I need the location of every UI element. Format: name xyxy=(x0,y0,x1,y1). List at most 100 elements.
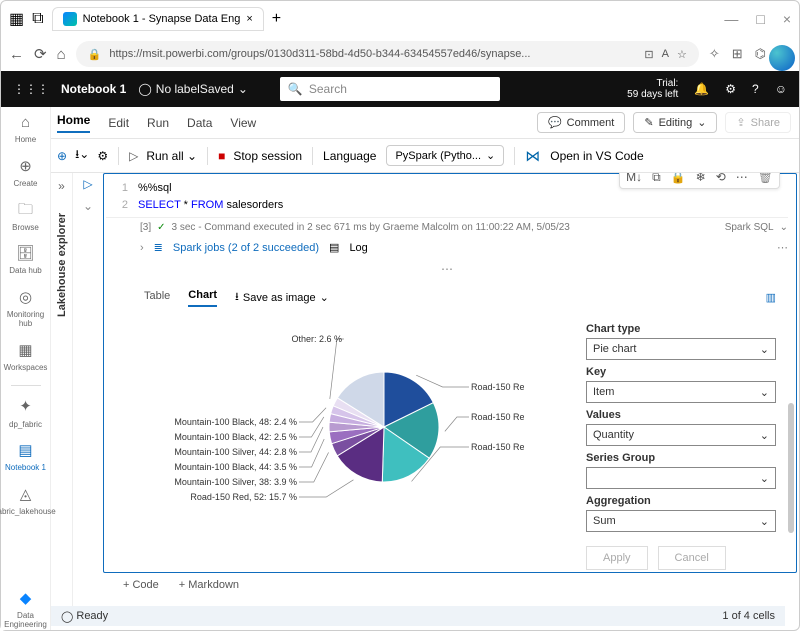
add-markdown-cell[interactable]: + Markdown xyxy=(179,579,239,591)
tab-favicon xyxy=(63,12,77,26)
notifications-icon[interactable]: 🔔 xyxy=(694,82,709,96)
help-icon[interactable]: ? xyxy=(752,82,759,96)
scrollbar-thumb[interactable] xyxy=(788,403,794,533)
cell-output-more-icon[interactable]: ⋯ xyxy=(777,241,788,254)
close-window-button[interactable]: × xyxy=(783,11,791,27)
collections-btn-icon[interactable]: ⊞ xyxy=(732,46,743,62)
svg-text:Road-150 Red, 56: 16.9 %: Road-150 Red, 56: 16.9 % xyxy=(471,412,524,422)
apply-button[interactable]: Apply xyxy=(586,546,648,570)
tab-table[interactable]: Table xyxy=(144,290,170,306)
run-cell-icon[interactable]: ▷ xyxy=(83,177,92,191)
chart-type-select[interactable]: Pie chart⌄ xyxy=(586,338,776,360)
menu-data[interactable]: Data xyxy=(187,116,212,130)
values-label: Values xyxy=(586,409,776,421)
notebook-title[interactable]: Notebook 1 xyxy=(61,82,126,96)
cell-divider-dots[interactable]: ⋯ xyxy=(106,258,788,280)
scrollbar-track[interactable] xyxy=(788,173,796,604)
gear-icon[interactable]: ⚙ xyxy=(97,149,108,163)
refresh-button[interactable]: ⟳ xyxy=(34,45,47,63)
chevron-down-icon: ⌄ xyxy=(486,149,495,162)
chevron-down-icon: ⌄ xyxy=(760,343,769,356)
cell-more-icon[interactable]: ⋯ xyxy=(736,173,748,185)
collections-icon[interactable]: ▦ xyxy=(9,9,24,29)
rail-home[interactable]: ⌂Home xyxy=(15,113,36,145)
markdown-toggle-icon[interactable]: M↓ xyxy=(626,173,642,185)
menu-run[interactable]: Run xyxy=(147,116,169,130)
spark-jobs-link[interactable]: Spark jobs (2 of 2 succeeded) xyxy=(173,242,319,254)
browser-tab[interactable]: Notebook 1 - Synapse Data Eng × xyxy=(52,7,264,31)
settings-icon[interactable]: ⚙ xyxy=(725,82,736,96)
bing-sidebar-icon[interactable] xyxy=(769,45,795,71)
rail-persona[interactable]: ◆Data Engineering xyxy=(1,589,50,630)
series-select[interactable]: ⌄ xyxy=(586,467,776,489)
language-select[interactable]: PySpark (Pytho...⌄ xyxy=(386,145,504,166)
chart-settings-icon[interactable]: ▥ xyxy=(766,291,776,304)
feedback-icon[interactable]: ☺ xyxy=(775,82,787,96)
minimize-button[interactable]: — xyxy=(724,11,738,27)
log-link[interactable]: Log xyxy=(349,242,367,254)
expand-panel-icon[interactable]: » xyxy=(58,179,65,193)
save-as-image-button[interactable]: ⭳Save as image⌄ xyxy=(235,288,329,307)
back-button[interactable]: ← xyxy=(9,46,24,63)
delete-cell-icon[interactable]: 🗑 xyxy=(758,173,773,185)
agg-select[interactable]: Sum⌄ xyxy=(586,510,776,532)
comment-button[interactable]: 💬Comment xyxy=(537,112,625,133)
cancel-button[interactable]: Cancel xyxy=(658,546,726,570)
add-code-cell[interactable]: + Code xyxy=(123,579,159,591)
tab-chart[interactable]: Chart xyxy=(188,289,217,307)
rail-browse[interactable]: 🗀Browse xyxy=(12,201,39,233)
expand-jobs-icon[interactable]: › xyxy=(140,242,144,254)
rail-lakehouse[interactable]: ◬fabric_lakehouse xyxy=(0,485,56,517)
chevron-down-icon: ⌄ xyxy=(320,291,329,304)
tabs-icon[interactable]: ⧉ xyxy=(32,10,43,28)
lock-cell-icon[interactable]: 🔒 xyxy=(671,173,686,185)
url-field[interactable]: 🔒 https://msit.powerbi.com/groups/0130d3… xyxy=(76,41,699,67)
app-launcher-icon[interactable]: ⋮⋮⋮ xyxy=(13,82,49,96)
svg-text:Road-150 Red, 48: 17.7 %: Road-150 Red, 48: 17.7 % xyxy=(471,382,524,392)
stop-session-button[interactable]: Stop session xyxy=(233,149,302,163)
rail-notebook1[interactable]: ▤Notebook 1 xyxy=(5,441,46,473)
run-all-button[interactable]: Run all ⌄ xyxy=(146,149,197,163)
values-select[interactable]: Quantity⌄ xyxy=(586,424,776,446)
exec-lang[interactable]: Spark SQL xyxy=(725,222,774,233)
rail-monitoring[interactable]: ◎Monitoring hub xyxy=(1,288,50,329)
chart-config-form: Chart type Pie chart⌄ Key Item⌄ Values Q… xyxy=(586,317,776,570)
tab-title: Notebook 1 - Synapse Data Eng xyxy=(83,13,241,25)
rail-create[interactable]: ⊕Create xyxy=(13,157,37,189)
download-icon[interactable]: ⭳⌄ xyxy=(75,145,89,166)
home-button[interactable]: ⌂ xyxy=(57,46,66,63)
text-size-icon[interactable]: A xyxy=(662,48,669,60)
status-ready: Ready xyxy=(76,610,108,622)
close-tab-icon[interactable]: × xyxy=(246,13,252,25)
svg-text:Road-150 Red, 52: 15.7 %: Road-150 Red, 52: 15.7 % xyxy=(190,492,297,502)
rail-workspaces[interactable]: ▦Workspaces xyxy=(4,341,48,373)
key-select[interactable]: Item⌄ xyxy=(586,381,776,403)
panel-label: Lakehouse explorer xyxy=(56,213,68,317)
clear-output-icon[interactable]: ⟲ xyxy=(716,173,726,185)
share-button[interactable]: ⇪Share xyxy=(725,112,791,133)
favorite-icon[interactable]: ☆ xyxy=(677,48,687,61)
menu-home[interactable]: Home xyxy=(57,113,90,133)
sensitivity-label[interactable]: ◯ No labelSaved ⌄ xyxy=(138,82,248,96)
global-search[interactable]: 🔍 Search xyxy=(280,77,500,101)
play-icon: ▷ xyxy=(129,149,138,163)
extensions-icon[interactable]: ⌬ xyxy=(755,46,766,62)
reader-icon[interactable]: ⊡ xyxy=(644,48,653,61)
chevron-down-icon: ⌄ xyxy=(760,472,769,485)
add-cell-icon[interactable]: ⊕ xyxy=(57,149,67,163)
cell-chevron-icon[interactable]: ⌄ xyxy=(83,199,93,213)
freeze-cell-icon[interactable]: ❄ xyxy=(696,173,706,185)
editing-mode-button[interactable]: ✎Editing⌄ xyxy=(633,112,717,133)
copy-cell-icon[interactable]: ⧉ xyxy=(652,173,661,185)
maximize-button[interactable]: □ xyxy=(756,11,764,27)
log-icon: ▤ xyxy=(329,241,339,254)
menu-view[interactable]: View xyxy=(230,116,256,130)
open-vscode-button[interactable]: Open in VS Code xyxy=(550,149,643,163)
trial-status: Trial: 59 days left xyxy=(627,78,678,100)
favorites-bar-icon[interactable]: ✧ xyxy=(709,46,720,62)
rail-dpfabric[interactable]: ✦dp_fabric xyxy=(9,398,42,430)
menu-edit[interactable]: Edit xyxy=(108,116,129,130)
new-tab-button[interactable]: + xyxy=(272,10,281,28)
rail-datahub[interactable]: 🗄Data hub xyxy=(9,244,41,276)
cell-action-bar: M↓ ⧉ 🔒 ❄ ⟲ ⋯ 🗑 xyxy=(619,173,780,189)
